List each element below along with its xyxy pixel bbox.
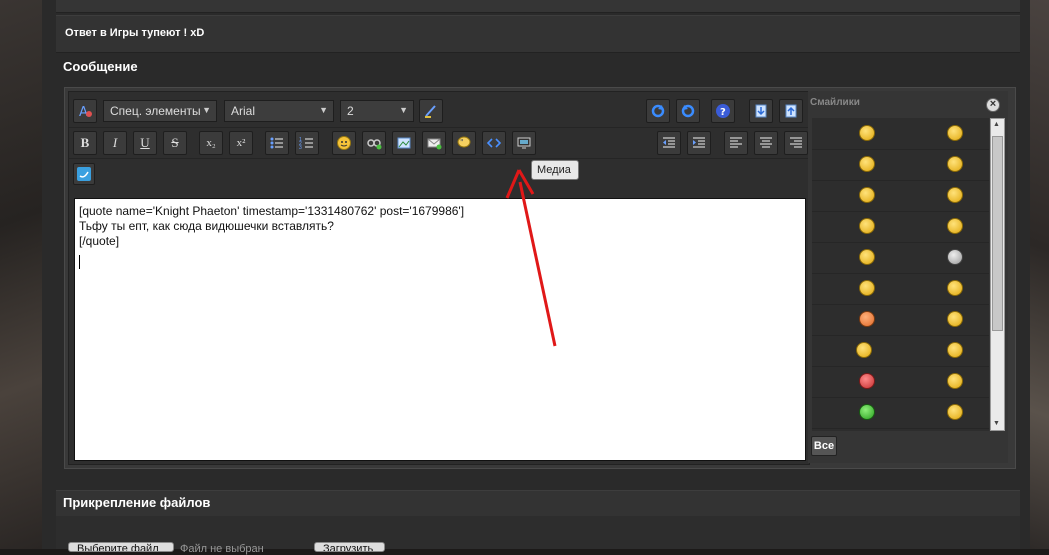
smiley-icon[interactable] (859, 404, 875, 420)
background-right (1030, 0, 1049, 549)
toolbar-divider (69, 127, 809, 128)
smiley-icon[interactable] (859, 125, 875, 141)
size-label: 2 (347, 104, 354, 118)
content-line: Тьфу ты епт, как сюда видюшечки вставлят… (79, 219, 334, 233)
content-line: [/quote] (79, 234, 120, 248)
size-select[interactable]: 2 ▼ (340, 100, 414, 122)
background-left (0, 0, 42, 549)
special-elements-label: Спец. элементы (110, 104, 201, 118)
all-smilies-button[interactable]: Все (811, 436, 837, 456)
attachments-title: Прикрепление файлов (63, 495, 211, 510)
svg-text:A: A (79, 105, 88, 119)
align-right-icon[interactable] (784, 131, 808, 155)
smiley-icon[interactable] (947, 125, 963, 141)
upload-button[interactable]: Загрузить (314, 542, 385, 552)
emoticon-icon[interactable] (332, 131, 356, 155)
svg-text:3: 3 (299, 145, 302, 151)
red-arrow-annotation (505, 169, 557, 347)
smiley-icon[interactable] (947, 218, 963, 234)
choose-file-button[interactable]: Выберите файл (68, 542, 174, 552)
smilies-list (812, 118, 989, 431)
smiley-icon[interactable] (859, 311, 875, 327)
bold-button[interactable]: B (73, 131, 97, 155)
smiley-icon[interactable] (947, 249, 963, 265)
smilies-row (812, 397, 989, 429)
message-section-title: Сообщение (63, 59, 138, 74)
indent-icon[interactable] (687, 131, 711, 155)
align-center-icon[interactable] (754, 131, 778, 155)
numbered-list-icon[interactable]: 123 (295, 131, 319, 155)
smilies-row (812, 335, 989, 367)
font-style-icon[interactable]: A (73, 99, 97, 123)
smilies-row (812, 118, 989, 150)
bullet-list-icon[interactable] (265, 131, 289, 155)
scroll-thumb[interactable] (992, 136, 1003, 331)
chevron-down-icon: ▼ (319, 105, 328, 115)
smilies-title: Смайлики (810, 97, 860, 108)
content-line: [quote name='Knight Phaeton' timestamp='… (79, 204, 465, 218)
reply-title: Ответ в Игры тупеют ! xD (65, 27, 205, 39)
smiley-icon[interactable] (947, 156, 963, 172)
smiley-icon[interactable] (859, 373, 875, 389)
link-icon[interactable] (362, 131, 386, 155)
smiley-icon[interactable] (859, 187, 875, 203)
smiley-icon[interactable] (947, 311, 963, 327)
quote-icon[interactable]: " (452, 131, 476, 155)
image-icon[interactable] (392, 131, 416, 155)
strikethrough-button[interactable]: S (163, 131, 187, 155)
smilies-row (812, 211, 989, 243)
no-file-label: Файл не выбран (180, 543, 264, 555)
superscript-button[interactable]: x² (229, 131, 253, 155)
editor-area: A Спец. элементы ▼ Arial ▼ 2 ▼ ? B I U S… (68, 91, 810, 465)
text-caret (79, 255, 80, 269)
scroll-down-icon[interactable]: ▼ (993, 420, 1000, 427)
subscript-button[interactable]: x₂ (199, 131, 223, 155)
smilies-row (812, 273, 989, 305)
font-label: Arial (231, 104, 256, 118)
message-textarea[interactable]: [quote name='Knight Phaeton' timestamp='… (74, 198, 806, 461)
toolbar-divider (69, 158, 809, 159)
smiley-icon[interactable] (947, 373, 963, 389)
download-icon[interactable] (749, 99, 773, 123)
twitter-icon[interactable] (73, 163, 95, 185)
remove-format-icon[interactable] (419, 99, 443, 123)
outdent-icon[interactable] (657, 131, 681, 155)
upload-icon[interactable] (779, 99, 803, 123)
underline-button[interactable]: U (133, 131, 157, 155)
smilies-row (812, 366, 989, 398)
undo-icon[interactable] (676, 99, 700, 123)
redo-icon[interactable] (646, 99, 670, 123)
code-icon[interactable] (482, 131, 506, 155)
chevron-down-icon: ▼ (399, 105, 408, 115)
svg-text:": " (460, 138, 464, 147)
smiley-icon[interactable] (947, 342, 963, 358)
smilies-row (812, 242, 989, 274)
smilies-row (812, 149, 989, 181)
smiley-icon[interactable] (856, 342, 872, 358)
reply-title-bar: Ответ в Игры тупеют ! xD (56, 15, 1020, 53)
smilies-panel: Смайлики × ▲ ▼ Все (808, 91, 1008, 463)
smiley-icon[interactable] (859, 280, 875, 296)
italic-button[interactable]: I (103, 131, 127, 155)
smiley-icon[interactable] (947, 404, 963, 420)
align-left-icon[interactable] (724, 131, 748, 155)
email-icon[interactable] (422, 131, 446, 155)
font-select[interactable]: Arial ▼ (224, 100, 334, 122)
smilies-scrollbar[interactable]: ▲ ▼ (990, 118, 1005, 431)
scroll-up-icon[interactable]: ▲ (993, 121, 1000, 128)
smiley-icon[interactable] (859, 156, 875, 172)
close-icon[interactable]: × (986, 98, 1000, 112)
smilies-row (812, 304, 989, 336)
smiley-icon[interactable] (947, 280, 963, 296)
special-elements-select[interactable]: Спец. элементы ▼ (103, 100, 217, 122)
top-strip (56, 0, 1020, 13)
smiley-icon[interactable] (859, 218, 875, 234)
chevron-down-icon: ▼ (202, 105, 211, 115)
svg-text:?: ? (720, 107, 726, 118)
smiley-icon[interactable] (859, 249, 875, 265)
help-icon[interactable]: ? (711, 99, 735, 123)
media-icon[interactable] (512, 131, 536, 155)
smilies-row (812, 180, 989, 212)
smiley-icon[interactable] (947, 187, 963, 203)
